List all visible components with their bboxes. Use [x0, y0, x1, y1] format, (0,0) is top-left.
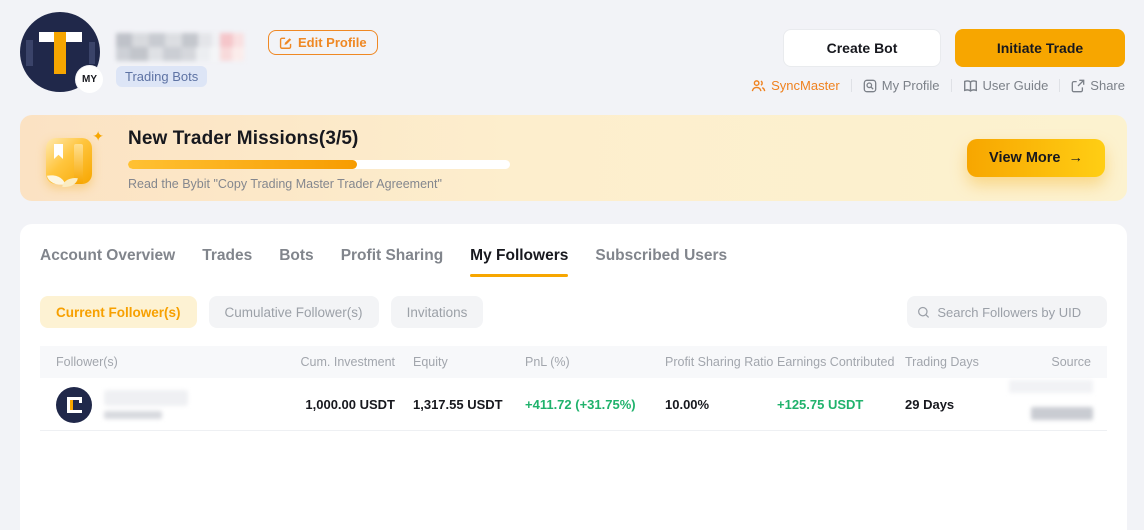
edit-profile-label: Edit Profile	[298, 35, 367, 50]
copy-trading-dashboard: MY Trading Bots Edit Profile Create Bot …	[0, 0, 1144, 530]
search-icon	[917, 305, 930, 320]
search-followers-box[interactable]	[907, 296, 1107, 328]
col-source: Source	[1025, 355, 1091, 369]
book-icon	[963, 79, 978, 93]
col-pnl: PnL (%)	[525, 355, 665, 369]
arrow-right-icon: →	[1069, 150, 1084, 166]
missions-title: New Trader Missions(3/5)	[128, 128, 510, 150]
tab-trades[interactable]: Trades	[202, 247, 252, 277]
main-tabs: Account Overview Trades Bots Profit Shar…	[40, 224, 1107, 277]
divider	[951, 79, 952, 92]
trader-avatar[interactable]: MY	[20, 12, 100, 92]
source-blurred	[1009, 380, 1093, 420]
my-profile-link[interactable]: My Profile	[863, 78, 940, 93]
earnings-contributed-value: +125.75 USDT	[777, 397, 905, 412]
edit-profile-button[interactable]: Edit Profile	[268, 30, 378, 55]
view-more-button[interactable]: View More →	[967, 139, 1105, 177]
sparkle-icon: ✦	[92, 128, 104, 145]
col-earnings-contributed: Earnings Contributed	[777, 355, 905, 369]
header-links: SyncMaster My Profile User Guide	[751, 78, 1125, 93]
trading-bots-tag: Trading Bots	[116, 66, 207, 87]
trading-days-value: 29 Days	[905, 397, 1025, 412]
people-icon	[751, 79, 766, 93]
follower-filters-row: Current Follower(s) Cumulative Follower(…	[40, 296, 1107, 328]
search-followers-input[interactable]	[937, 305, 1097, 320]
missions-progress-fill	[128, 160, 357, 169]
tab-my-followers[interactable]: My Followers	[470, 247, 568, 277]
divider	[1059, 79, 1060, 92]
col-followers: Follower(s)	[56, 355, 280, 369]
equity-value: 1,317.55 USDT	[395, 397, 525, 412]
trader-name-blurred	[116, 33, 244, 61]
profit-sharing-ratio-value: 10.00%	[665, 397, 777, 412]
col-trading-days: Trading Days	[905, 355, 1025, 369]
source-cell	[1025, 378, 1091, 431]
col-equity: Equity	[395, 355, 525, 369]
main-card: Account Overview Trades Bots Profit Shar…	[20, 224, 1127, 530]
share-link[interactable]: Share	[1071, 78, 1125, 93]
user-guide-link[interactable]: User Guide	[963, 78, 1049, 93]
tab-profit-sharing[interactable]: Profit Sharing	[341, 247, 443, 277]
edit-pencil-icon	[279, 36, 293, 50]
cum-investment-value: 1,000.00 USDT	[280, 397, 395, 412]
missions-progress-bar	[128, 160, 510, 169]
col-profit-sharing-ratio: Profit Sharing Ratio	[665, 355, 777, 369]
profile-search-icon	[863, 79, 877, 93]
share-icon	[1071, 79, 1085, 93]
filter-current-followers[interactable]: Current Follower(s)	[40, 296, 197, 328]
tab-bots[interactable]: Bots	[279, 247, 313, 277]
tab-account-overview[interactable]: Account Overview	[40, 247, 175, 277]
follower-cell	[56, 387, 280, 423]
missions-description: Read the Bybit "Copy Trading Master Trad…	[128, 177, 510, 191]
my-badge: MY	[76, 66, 103, 93]
tab-subscribed-users[interactable]: Subscribed Users	[595, 247, 727, 277]
col-cum-investment: Cum. Investment	[280, 355, 395, 369]
create-bot-button[interactable]: Create Bot	[783, 29, 941, 67]
followers-table-header: Follower(s) Cum. Investment Equity PnL (…	[40, 346, 1107, 378]
follower-avatar-icon	[56, 387, 92, 423]
trader-missions-banner: ✦ New Trader Missions(3/5) Read the Bybi…	[20, 115, 1127, 201]
initiate-trade-button[interactable]: Initiate Trade	[955, 29, 1125, 67]
pnl-value: +411.72 (+31.75%)	[525, 397, 665, 412]
follower-name-blurred	[104, 390, 188, 419]
filter-cumulative-followers[interactable]: Cumulative Follower(s)	[209, 296, 379, 328]
table-row[interactable]: 1,000.00 USDT 1,317.55 USDT +411.72 (+31…	[40, 378, 1107, 431]
missions-book-icon: ✦	[46, 132, 100, 186]
syncmaster-link[interactable]: SyncMaster	[751, 78, 840, 93]
divider	[851, 79, 852, 92]
profile-header: MY Trading Bots Edit Profile Create Bot …	[0, 0, 1144, 112]
filter-invitations[interactable]: Invitations	[391, 296, 484, 328]
